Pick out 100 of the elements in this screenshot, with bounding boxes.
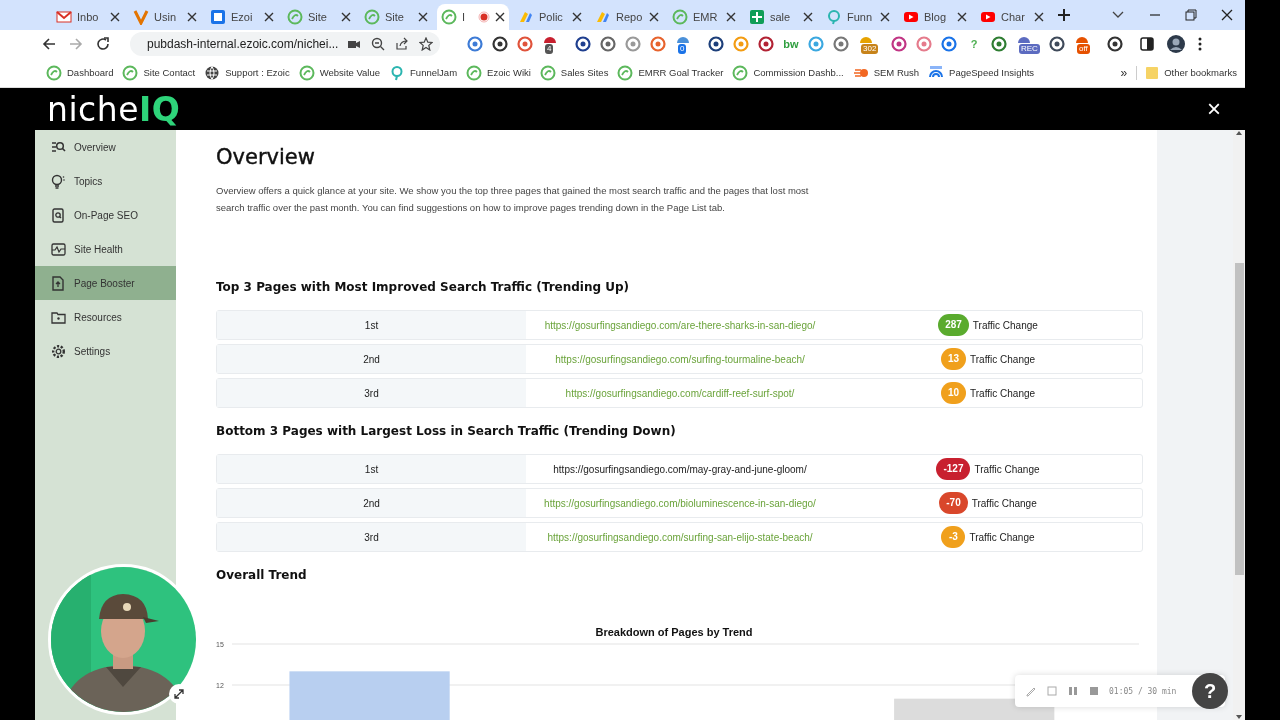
close-icon[interactable] [803,12,813,22]
extension-icon[interactable] [758,36,774,52]
browser-tab[interactable]: Repo [591,4,663,30]
extension-icon[interactable] [542,34,558,43]
scrollbar-thumb[interactable] [1234,263,1244,575]
share-icon[interactable] [395,37,410,51]
page-link[interactable]: https://gosurfingsandiego.com/may-gray-and-june-gloom/ [553,463,807,475]
sidebar-item[interactable]: On-Page SEO [35,198,176,232]
browser-tab[interactable]: sale [745,4,817,30]
rank-label: 2nd [363,353,380,365]
bookmark-folder[interactable]: Other bookmarks [1136,65,1237,80]
rank-label: 2nd [363,497,380,509]
camera-icon[interactable] [347,38,362,50]
bookmark[interactable]: Site Contact [122,64,196,81]
bookmark[interactable]: Ezoic Wiki [466,64,531,81]
menu-icon[interactable] [1198,37,1202,51]
bookmark[interactable]: Dashboard [46,64,114,81]
traffic-change-label: Traffic Change [970,353,1036,365]
sidebar-item[interactable]: Topics [35,164,176,198]
reload-icon[interactable] [96,37,110,51]
bookmark-icon [204,64,221,81]
favicon-icon [210,9,226,25]
bookmark-icon [122,64,139,81]
scroll-down-icon [1235,714,1243,720]
address-bar[interactable]: pubdash-internal.ezoic.com/nichei... [130,32,440,56]
sidebar-item[interactable]: Resources [35,300,176,334]
close-icon[interactable] [880,12,890,22]
close-icon[interactable] [1221,9,1233,21]
browser-tab[interactable]: Funn [822,4,894,30]
pause-icon[interactable] [1067,685,1079,697]
bookmark-icon [617,64,634,81]
sidebar-item[interactable]: Page Booster [35,266,176,300]
extension-icon[interactable] [492,36,508,52]
extension-icon[interactable] [575,36,591,52]
extension-icon[interactable]: bw [783,38,799,50]
browser-tab[interactable]: Ezoi [206,4,278,30]
traffic-change-badge: 13 [940,348,967,370]
bookmark[interactable]: EMRR Goal Tracker [617,64,724,81]
restore-icon[interactable] [1185,9,1197,21]
traffic-change-badge: 10 [940,382,967,404]
sidebar-item[interactable]: Site Health [35,232,176,266]
nav-icon [51,343,66,359]
nav-icon [51,275,66,291]
traffic-change-badge: -127 [936,458,971,480]
close-icon[interactable] [187,12,197,22]
browser-tab[interactable]: Site [283,4,355,30]
close-icon[interactable] [957,12,967,22]
bookmark[interactable]: Commission Dashb... [732,64,844,81]
close-icon[interactable] [495,12,505,22]
bookmark-icon [466,64,483,81]
bookmark[interactable]: Website Value [298,64,381,81]
close-icon[interactable] [572,12,582,22]
close-icon[interactable] [649,12,659,22]
zoom-icon[interactable] [371,37,386,51]
favicon-icon [749,9,765,25]
extension-badge: 0 [678,44,687,54]
bookmark[interactable]: Support : Ezoic [204,64,290,81]
bookmark[interactable]: SEM Rush [852,64,920,81]
close-icon[interactable] [264,12,274,22]
rank-label: 1st [364,463,379,475]
bookmark-icon [46,64,62,81]
star-icon[interactable] [419,37,434,51]
sidebar-item[interactable]: Settings [35,334,176,368]
back-icon[interactable] [42,37,56,51]
extension-icon[interactable] [1049,36,1065,52]
more-bookmarks-button[interactable]: » [1120,65,1128,80]
sidebar-item[interactable]: Overview [35,130,176,164]
browser-tab[interactable]: Polic [514,4,586,30]
browser-tab[interactable]: Char [976,4,1048,30]
browser-tab[interactable]: Usin [129,4,201,30]
rank-label: 3rd [364,531,379,543]
close-button[interactable]: × [1207,97,1221,121]
bookmark-icon [298,64,315,81]
extension-icon[interactable] [708,36,724,52]
avatar-icon[interactable] [1167,35,1185,53]
favicon-icon [364,9,380,25]
browser-tab[interactable]: EMR [668,4,740,30]
folder-icon [1145,65,1160,80]
favicon-icon [441,9,457,25]
browser-tab[interactable]: Site [360,4,432,30]
chevron-down-icon[interactable] [1111,10,1125,20]
extension-icon[interactable] [600,36,616,52]
nav-icon [51,207,66,223]
traffic-change-badge: -3 [941,526,966,548]
bookmark[interactable]: FunnelJam [389,64,458,81]
extension-icon[interactable] [1107,36,1123,52]
browser-tab[interactable]: I [437,4,509,30]
chart-title: Breakdown of Pages by Trend [595,626,753,638]
close-icon[interactable] [1034,12,1044,22]
stop-icon[interactable] [1088,685,1100,697]
browser-tab[interactable]: Inbo [52,4,124,30]
bookmark[interactable]: Sales Sites [539,64,609,81]
close-icon[interactable] [341,12,351,22]
close-icon[interactable] [726,12,736,22]
browser-tab[interactable]: Blog [899,4,971,30]
close-icon[interactable] [418,12,428,22]
favicon-icon [903,9,919,25]
favicon-icon [826,9,842,25]
bookmark[interactable]: PageSpeed Insights [928,64,1035,81]
close-icon[interactable] [110,12,120,22]
